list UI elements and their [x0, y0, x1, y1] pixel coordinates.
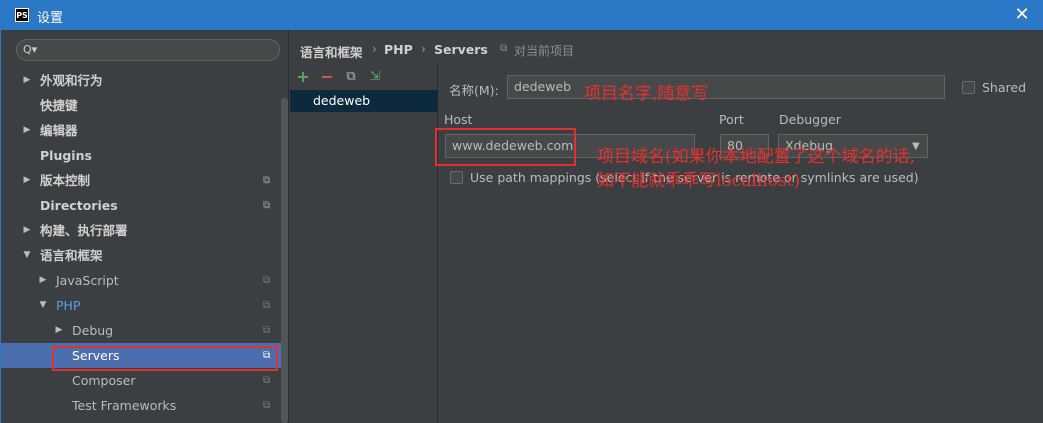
chevron-down-icon[interactable]: ▼ [38, 293, 48, 318]
chevron-down-icon[interactable]: ▼ [22, 243, 32, 268]
chevron-right-icon[interactable]: ▶ [54, 318, 64, 343]
path-mappings-checkbox[interactable] [450, 171, 463, 184]
shared-label: Shared [982, 80, 1027, 95]
project-scope-icon: ⧉ [263, 375, 271, 386]
title-bar: PS 设置 ✕ [0, 0, 1043, 30]
host-annotation-line2: 如不能就乖乖写localhost) [597, 171, 801, 191]
sidebar-item-php[interactable]: ▼ PHP ⧉ [1, 293, 281, 318]
sidebar-item-构建、执行部署[interactable]: ▶ 构建、执行部署 [1, 218, 281, 243]
remove-server-button[interactable]: − [318, 68, 336, 86]
project-scope-icon: ⧉ [263, 175, 271, 186]
breadcrumb-php: PHP [384, 42, 413, 57]
project-scope-icon: ⧉ [500, 43, 508, 54]
sidebar-item-label: Directories [40, 198, 118, 213]
server-list-panel: + − ⧉ ⇲ dedeweb [290, 64, 438, 423]
sidebar-item-label: 语言和框架 [40, 248, 103, 263]
sidebar-item-编辑器[interactable]: ▶ 编辑器 [1, 118, 281, 143]
host-annotation-line1: 项目域名(如果你本地配置了这个域名的话, [597, 147, 916, 167]
sidebar-item-label: 快捷键 [40, 98, 78, 113]
sidebar-item-label: PHP [56, 298, 81, 313]
port-label: Port [719, 112, 744, 127]
project-scope-note: 对当前项目 [514, 44, 575, 58]
chevron-right-icon[interactable]: ▶ [22, 218, 32, 243]
project-scope-icon: ⧉ [263, 200, 271, 211]
sidebar-item-语言和框架[interactable]: ▼ 语言和框架 [1, 243, 281, 268]
name-input[interactable]: dedeweb [507, 75, 945, 99]
server-list-item-dedeweb[interactable]: dedeweb [290, 90, 438, 112]
chevron-right-icon[interactable]: ▶ [22, 168, 32, 193]
settings-search-input[interactable]: Q▾ [16, 39, 280, 61]
sidebar-item-快捷键[interactable]: 快捷键 [1, 93, 281, 118]
servers-highlight-box [52, 346, 278, 371]
sidebar-item-label: Test Frameworks [72, 398, 177, 413]
name-annotation: 项目名字,随意写 [584, 84, 709, 104]
sidebar-item-label: Plugins [40, 148, 92, 163]
host-highlight-box [435, 128, 576, 166]
copy-server-button[interactable]: ⧉ [342, 68, 360, 86]
project-scope-icon: ⧉ [263, 400, 271, 411]
project-scope-icon: ⧉ [263, 275, 271, 286]
sidebar-item-label: JavaScript [56, 273, 119, 288]
sidebar-item-composer[interactable]: Composer ⧉ [1, 368, 281, 393]
sidebar-item-plugins[interactable]: Plugins [1, 143, 281, 168]
chevron-right-icon[interactable]: ▶ [38, 268, 48, 293]
search-icon: Q▾ [23, 43, 38, 56]
sidebar-item-test-frameworks[interactable]: Test Frameworks ⧉ [1, 393, 281, 418]
sidebar-item-label: Debug [72, 323, 114, 338]
sidebar-item-版本控制[interactable]: ▶ 版本控制 ⧉ [1, 168, 281, 193]
window-title: 设置 [37, 11, 64, 26]
project-scope-icon: ⧉ [263, 325, 271, 336]
sidebar-item-label: 构建、执行部署 [40, 223, 128, 238]
name-label: 名称(M): [449, 83, 499, 98]
close-icon[interactable]: ✕ [1010, 3, 1034, 27]
breadcrumb-separator: › [372, 42, 377, 56]
window-right-edge [1035, 30, 1043, 423]
debugger-label: Debugger [779, 112, 841, 127]
sidebar-item-directories[interactable]: Directories ⧉ [1, 193, 281, 218]
breadcrumb-separator: › [421, 42, 426, 56]
sidebar-item-label: 编辑器 [40, 123, 78, 138]
breadcrumb-languages: 语言和框架 [300, 45, 363, 60]
shared-checkbox[interactable] [962, 81, 975, 94]
chevron-right-icon[interactable]: ▶ [22, 68, 32, 93]
sidebar-item-label: 版本控制 [40, 173, 91, 188]
sidebar-item-debug[interactable]: ▶ Debug ⧉ [1, 318, 281, 343]
import-server-button[interactable]: ⇲ [366, 68, 384, 86]
add-server-button[interactable]: + [294, 68, 312, 86]
host-label: Host [444, 112, 473, 127]
sidebar-scrollbar[interactable] [281, 98, 288, 423]
project-scope-icon: ⧉ [263, 300, 271, 311]
sidebar-item-外观和行为[interactable]: ▶ 外观和行为 [1, 68, 281, 93]
breadcrumb-servers: Servers [434, 42, 488, 57]
sidebar-item-label: Composer [72, 373, 136, 388]
phpstorm-app-icon: PS [15, 8, 29, 22]
chevron-right-icon[interactable]: ▶ [22, 118, 32, 143]
sidebar-item-label: 外观和行为 [40, 73, 103, 88]
sidebar-item-javascript[interactable]: ▶ JavaScript ⧉ [1, 268, 281, 293]
